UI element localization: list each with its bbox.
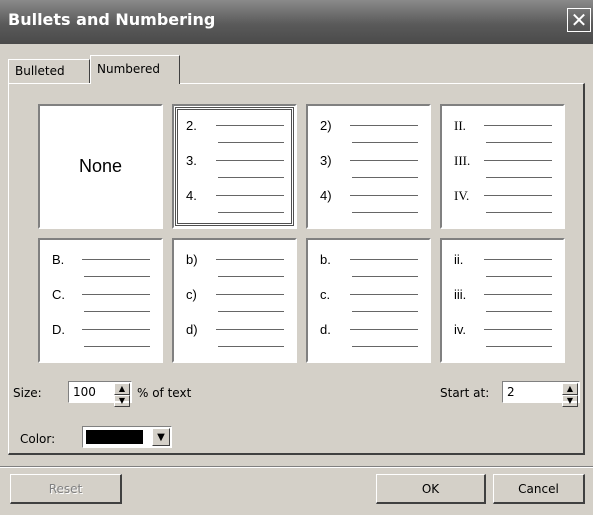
sample-text-line: [352, 212, 418, 213]
sample-text-line: [350, 294, 418, 295]
sample-text-line: [218, 311, 284, 312]
sample-text-line: [218, 212, 284, 213]
list-marker: b): [186, 252, 198, 267]
sample-text-line: [218, 276, 284, 277]
list-marker: 2.: [186, 118, 197, 133]
sample-text-line: [84, 311, 150, 312]
reset-button[interactable]: Reset: [10, 474, 122, 504]
list-marker: B.: [52, 252, 65, 267]
numbering-style-option[interactable]: ii. iii. iv.: [440, 238, 565, 363]
cancel-button[interactable]: Cancel: [493, 474, 585, 504]
numbering-style-option[interactable]: b) c) d): [172, 238, 297, 363]
sample-text-line: [82, 294, 150, 295]
numbering-style-option[interactable]: II. III. IV.: [440, 104, 565, 229]
sample-text-line: [486, 177, 552, 178]
numbering-style-option[interactable]: B. C. D.: [38, 238, 163, 363]
list-marker: 4.: [186, 188, 197, 203]
list-marker: II.: [454, 118, 466, 133]
sample-text-line: [484, 259, 552, 260]
arrow-down-icon[interactable]: ▼: [562, 395, 578, 407]
color-label: Color:: [20, 432, 56, 446]
chevron-down-icon[interactable]: ▼: [152, 428, 170, 446]
sample-text-line: [486, 212, 552, 213]
dialog-title: Bullets and Numbering: [8, 10, 216, 29]
list-marker: 4): [320, 188, 332, 203]
title-bar[interactable]: Bullets and Numbering ✕: [0, 0, 593, 44]
list-marker: iv.: [454, 322, 467, 337]
sample-text-line: [216, 329, 284, 330]
sample-text-line: [486, 142, 552, 143]
sample-text-line: [350, 125, 418, 126]
color-swatch: [86, 430, 143, 444]
sample-text-line: [484, 195, 552, 196]
numbering-style-option[interactable]: b. c. d.: [306, 238, 431, 363]
list-marker: D.: [52, 322, 65, 337]
start-at-label: Start at:: [440, 386, 490, 400]
list-marker: d): [186, 322, 198, 337]
sample-text-line: [352, 276, 418, 277]
sample-text-line: [84, 346, 150, 347]
none-label: None: [78, 156, 123, 176]
sample-text-line: [82, 329, 150, 330]
sample-text-line: [218, 177, 284, 178]
ok-button[interactable]: OK: [376, 474, 486, 504]
size-value: 100: [73, 385, 96, 399]
start-at-value: 2: [507, 385, 515, 399]
sample-text-line: [350, 259, 418, 260]
sample-text-line: [216, 259, 284, 260]
sample-text-line: [484, 160, 552, 161]
sample-text-line: [486, 311, 552, 312]
arrow-up-icon[interactable]: ▲: [114, 383, 130, 395]
list-marker: 3): [320, 153, 332, 168]
tab-bulleted[interactable]: Bulleted: [8, 59, 90, 83]
list-marker: III.: [454, 153, 471, 168]
sample-text-line: [352, 346, 418, 347]
numbering-style-option[interactable]: 2) 3) 4): [306, 104, 431, 229]
size-suffix: % of text: [137, 386, 192, 400]
close-icon[interactable]: ✕: [567, 8, 591, 32]
size-stepper[interactable]: 100 ▲ ▼: [68, 381, 132, 407]
separator: [0, 466, 593, 468]
list-marker: IV.: [454, 188, 470, 203]
sample-text-line: [350, 160, 418, 161]
numbering-style-option[interactable]: None: [38, 104, 163, 229]
sample-text-line: [216, 195, 284, 196]
sample-text-line: [84, 276, 150, 277]
sample-text-line: [82, 259, 150, 260]
list-marker: ii.: [454, 252, 464, 267]
size-label: Size:: [13, 386, 42, 400]
sample-text-line: [484, 329, 552, 330]
start-at-stepper[interactable]: 2 ▲ ▼: [502, 381, 580, 407]
sample-text-line: [216, 125, 284, 126]
sample-text-line: [352, 177, 418, 178]
arrow-down-icon[interactable]: ▼: [114, 395, 130, 407]
sample-text-line: [486, 276, 552, 277]
arrow-up-icon[interactable]: ▲: [562, 383, 578, 395]
list-marker: C.: [52, 287, 65, 302]
sample-text-line: [484, 294, 552, 295]
bullets-numbering-dialog: Bullets and Numbering ✕ Bulleted Numbere…: [0, 0, 593, 515]
list-marker: c.: [320, 287, 331, 302]
sample-text-line: [218, 142, 284, 143]
list-marker: d.: [320, 322, 331, 337]
sample-text-line: [216, 160, 284, 161]
sample-text-line: [352, 311, 418, 312]
tab-numbered[interactable]: Numbered: [90, 55, 180, 84]
list-marker: iii.: [454, 287, 467, 302]
sample-text-line: [216, 294, 284, 295]
list-marker: c): [186, 287, 197, 302]
sample-text-line: [350, 195, 418, 196]
sample-text-line: [350, 329, 418, 330]
sample-text-line: [218, 346, 284, 347]
sample-text-line: [486, 346, 552, 347]
list-marker: 2): [320, 118, 332, 133]
numbering-style-option[interactable]: 2. 3. 4.: [172, 104, 297, 229]
sample-text-line: [352, 142, 418, 143]
color-picker[interactable]: ▼: [82, 426, 172, 448]
list-marker: b.: [320, 252, 331, 267]
list-marker: 3.: [186, 153, 197, 168]
sample-text-line: [484, 125, 552, 126]
